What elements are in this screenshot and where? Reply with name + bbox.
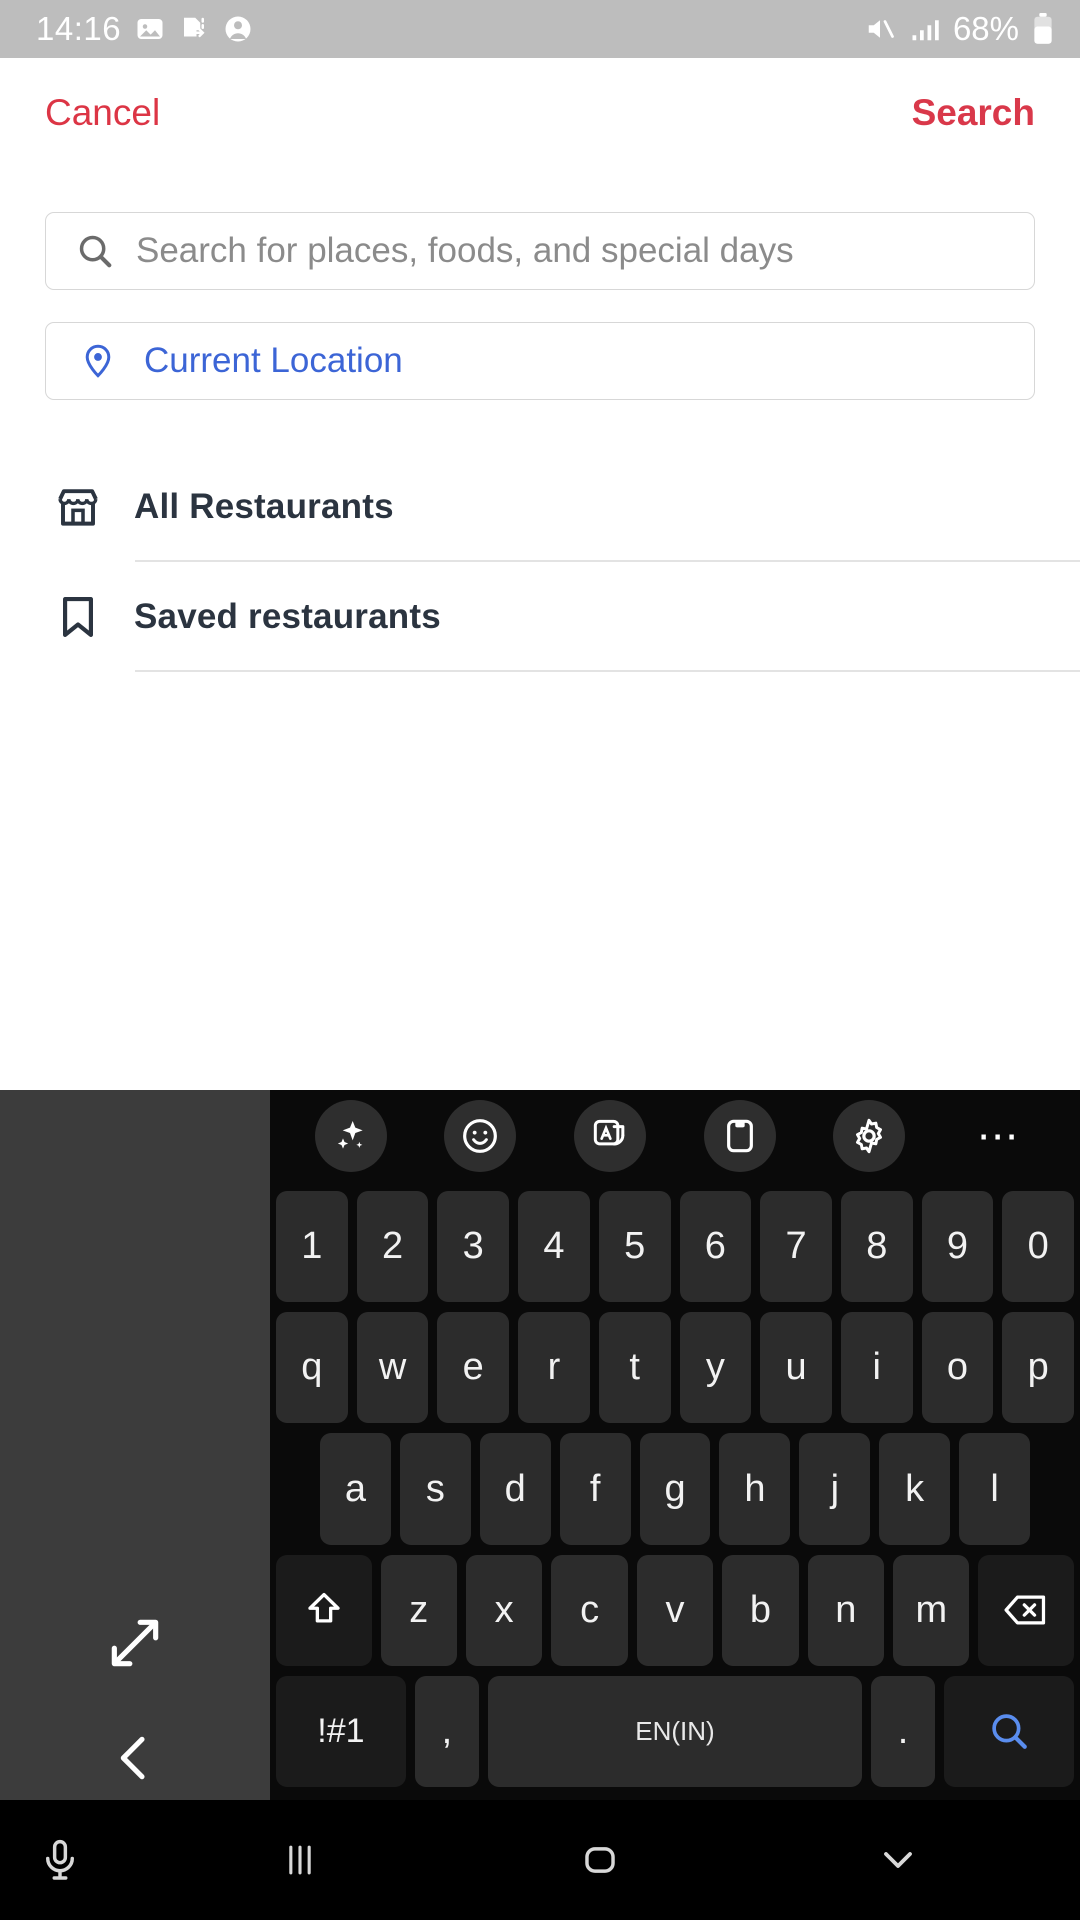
- key-z[interactable]: z: [380, 1554, 457, 1666]
- key-c[interactable]: c: [551, 1554, 628, 1666]
- key-l[interactable]: l: [959, 1433, 1031, 1545]
- key-b[interactable]: b: [722, 1554, 799, 1666]
- search-input-placeholder: Search for places, foods, and special da…: [136, 231, 794, 270]
- key-f[interactable]: f: [559, 1433, 631, 1545]
- home-icon[interactable]: [540, 1837, 660, 1883]
- list-divider: [135, 670, 1080, 672]
- key-4[interactable]: 4: [518, 1191, 590, 1303]
- battery-icon: [1034, 13, 1052, 44]
- keyboard-side-panel: [0, 1090, 270, 1800]
- key-h[interactable]: h: [719, 1433, 791, 1545]
- battery-percentage: 68%: [952, 10, 1019, 47]
- spacebar-key[interactable]: EN(IN): [488, 1675, 862, 1788]
- navigation-bar: [0, 1800, 1080, 1920]
- key-p[interactable]: p: [1002, 1312, 1075, 1424]
- keyboard-row-bottom: !#1 , EN(IN) .: [276, 1671, 1074, 1792]
- key-d[interactable]: d: [479, 1433, 551, 1545]
- key-u[interactable]: u: [760, 1312, 832, 1424]
- keyboard-row-zxcv: z x c v b n m: [276, 1550, 1075, 1671]
- key-g[interactable]: g: [639, 1433, 711, 1545]
- status-bar-clock: 14:16: [36, 10, 122, 47]
- shift-key[interactable]: [276, 1554, 372, 1666]
- microphone-icon[interactable]: [0, 1837, 120, 1883]
- key-t[interactable]: t: [598, 1312, 671, 1424]
- symbols-key[interactable]: !#1: [276, 1675, 406, 1788]
- key-m[interactable]: m: [893, 1554, 970, 1666]
- key-a[interactable]: a: [320, 1433, 391, 1545]
- key-n[interactable]: n: [807, 1554, 885, 1666]
- list-item-label: All Restaurants: [134, 487, 394, 526]
- status-bar-right: 68%: [863, 10, 1054, 48]
- keyboard-row-asdf: a s d f g h j k l: [276, 1428, 1074, 1549]
- key-0[interactable]: 0: [1002, 1191, 1075, 1303]
- current-location-button[interactable]: Current Location: [45, 322, 1035, 400]
- keyboard-toolbar: ⋯: [270, 1090, 1080, 1182]
- keyboard-row-qwerty: q w e r t y u i o p: [275, 1307, 1075, 1428]
- key-6[interactable]: 6: [679, 1191, 752, 1303]
- key-v[interactable]: v: [636, 1554, 714, 1666]
- go-search-key[interactable]: [944, 1675, 1074, 1788]
- image-icon: [137, 19, 163, 39]
- translate-icon[interactable]: [574, 1100, 647, 1172]
- cancel-button[interactable]: Cancel: [45, 92, 160, 134]
- emoji-icon[interactable]: [444, 1100, 517, 1172]
- key-s[interactable]: s: [399, 1433, 471, 1545]
- chevron-left-icon[interactable]: [107, 1730, 163, 1791]
- key-k[interactable]: k: [879, 1433, 951, 1545]
- keyboard-row-numbers: 1 2 3 4 5 6 7 8 9 0: [275, 1186, 1075, 1307]
- search-icon: [79, 235, 112, 268]
- period-key[interactable]: .: [870, 1675, 936, 1788]
- backspace-icon: [1004, 1595, 1046, 1625]
- keyboard-keys-area: ⋯ 1 2 3 4 5 6 7 8 9 0 q w e r t y u i o …: [270, 1090, 1080, 1800]
- key-2[interactable]: 2: [356, 1191, 429, 1303]
- key-w[interactable]: w: [356, 1312, 429, 1424]
- key-5[interactable]: 5: [598, 1191, 671, 1303]
- bookmark-icon: [50, 592, 106, 642]
- key-7[interactable]: 7: [760, 1191, 832, 1303]
- shift-icon: [308, 1593, 340, 1623]
- backspace-key[interactable]: [978, 1554, 1075, 1666]
- hide-keyboard-icon[interactable]: [838, 1836, 958, 1884]
- quick-links-list: All Restaurants Saved restaurants: [0, 452, 1080, 672]
- signal-icon: [912, 20, 939, 41]
- expand-icon[interactable]: [104, 1612, 166, 1679]
- list-item-all-restaurants[interactable]: All Restaurants: [0, 452, 1080, 562]
- keyboard-rows: 1 2 3 4 5 6 7 8 9 0 q w e r t y u i o p …: [270, 1182, 1080, 1800]
- current-location-label: Current Location: [144, 341, 403, 380]
- key-i[interactable]: i: [840, 1312, 913, 1424]
- status-bar-left: 14:16: [36, 10, 253, 48]
- comma-key[interactable]: ,: [414, 1675, 480, 1788]
- key-y[interactable]: y: [679, 1312, 752, 1424]
- key-r[interactable]: r: [518, 1312, 590, 1424]
- ai-sparkle-icon[interactable]: [314, 1100, 387, 1172]
- key-8[interactable]: 8: [840, 1191, 913, 1303]
- top-bar: Cancel Search: [0, 58, 1080, 168]
- key-3[interactable]: 3: [437, 1191, 510, 1303]
- list-item-saved-restaurants[interactable]: Saved restaurants: [0, 562, 1080, 672]
- search-button[interactable]: Search: [912, 92, 1035, 134]
- keyboard: ⋯ 1 2 3 4 5 6 7 8 9 0 q w e r t y u i o …: [0, 1090, 1080, 1800]
- search-input[interactable]: Search for places, foods, and special da…: [45, 212, 1035, 290]
- key-j[interactable]: j: [799, 1433, 871, 1545]
- map-pin-icon: [85, 344, 111, 378]
- search-icon: [992, 1714, 1027, 1750]
- app-root: 14:16 68% Cancel Search Search for place…: [0, 0, 1080, 1920]
- clipboard-icon[interactable]: [703, 1100, 776, 1172]
- key-q[interactable]: q: [275, 1312, 348, 1424]
- mute-icon: [868, 20, 894, 38]
- settings-gear-icon[interactable]: [833, 1100, 906, 1172]
- more-options-icon[interactable]: ⋯: [963, 1100, 1035, 1172]
- storefront-icon: [50, 482, 106, 532]
- account-icon: [225, 16, 251, 42]
- list-item-label: Saved restaurants: [134, 597, 441, 636]
- key-o[interactable]: o: [921, 1312, 994, 1424]
- key-1[interactable]: 1: [275, 1191, 348, 1303]
- key-e[interactable]: e: [437, 1312, 510, 1424]
- status-bar: 14:16 68%: [0, 0, 1080, 58]
- key-9[interactable]: 9: [921, 1191, 994, 1303]
- file-transfer-icon: [184, 17, 205, 38]
- key-x[interactable]: x: [465, 1554, 543, 1666]
- recents-icon[interactable]: [240, 1838, 360, 1882]
